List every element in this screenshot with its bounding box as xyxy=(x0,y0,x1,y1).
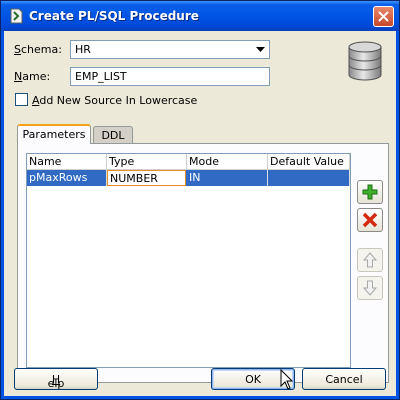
name-value: EMP_LIST xyxy=(75,70,127,83)
name-field[interactable]: EMP_LIST xyxy=(70,67,270,86)
move-down-icon xyxy=(362,280,378,296)
column-header-type[interactable]: Type xyxy=(107,154,187,170)
schema-value: HR xyxy=(75,43,91,56)
tab-parameters[interactable]: Parameters xyxy=(17,124,91,144)
close-icon xyxy=(378,11,389,22)
cell-mode[interactable]: IN xyxy=(187,170,268,186)
title-bar[interactable]: Create PL/SQL Procedure xyxy=(1,1,399,31)
name-label: Name: xyxy=(14,70,51,83)
lowercase-label[interactable]: Add New Source In Lowercase xyxy=(32,94,197,107)
remove-icon xyxy=(362,212,378,228)
column-header-name[interactable]: Name xyxy=(27,154,107,170)
tab-ddl-label: DDL xyxy=(101,129,125,142)
dialog-body: Schema: HR Name: EMP_LIST Add New Source… xyxy=(4,31,396,396)
parameters-table[interactable]: Name Type Mode Default Value pMaxRows NU… xyxy=(26,153,351,368)
schema-select[interactable]: HR xyxy=(70,40,270,59)
window-title: Create PL/SQL Procedure xyxy=(29,9,199,23)
column-header-default-value[interactable]: Default Value xyxy=(268,154,350,170)
move-up-button[interactable] xyxy=(357,248,383,272)
add-parameter-button[interactable] xyxy=(357,180,383,204)
mouse-cursor-icon xyxy=(280,369,294,390)
parameters-panel: Name Type Mode Default Value pMaxRows NU… xyxy=(17,143,389,383)
add-icon xyxy=(362,184,378,200)
schema-label: Schema: xyxy=(14,43,62,56)
cancel-button-label: Cancel xyxy=(325,373,363,386)
cell-default-value[interactable] xyxy=(268,170,350,186)
tab-parameters-label: Parameters xyxy=(22,128,86,141)
move-down-button[interactable] xyxy=(357,276,383,300)
close-button[interactable] xyxy=(373,6,394,27)
help-button[interactable]: Help xyxy=(14,368,98,390)
chevron-down-icon[interactable] xyxy=(253,42,268,57)
column-header-mode[interactable]: Mode xyxy=(187,154,268,170)
dialog-window: Create PL/SQL Procedure Schema: HR Name:… xyxy=(0,0,400,400)
lowercase-checkbox[interactable] xyxy=(15,93,28,106)
cell-type-editor[interactable]: NUMBER xyxy=(107,170,186,186)
procedure-icon xyxy=(10,8,23,24)
cancel-button[interactable]: Cancel xyxy=(302,368,386,390)
cell-name[interactable]: pMaxRows xyxy=(27,170,107,186)
tab-ddl[interactable]: DDL xyxy=(93,126,133,144)
move-up-icon xyxy=(362,252,378,268)
help-button-label: Help xyxy=(47,373,65,390)
remove-parameter-button[interactable] xyxy=(357,208,383,232)
table-row[interactable]: pMaxRows NUMBER IN xyxy=(27,170,350,186)
database-icon xyxy=(348,41,382,81)
